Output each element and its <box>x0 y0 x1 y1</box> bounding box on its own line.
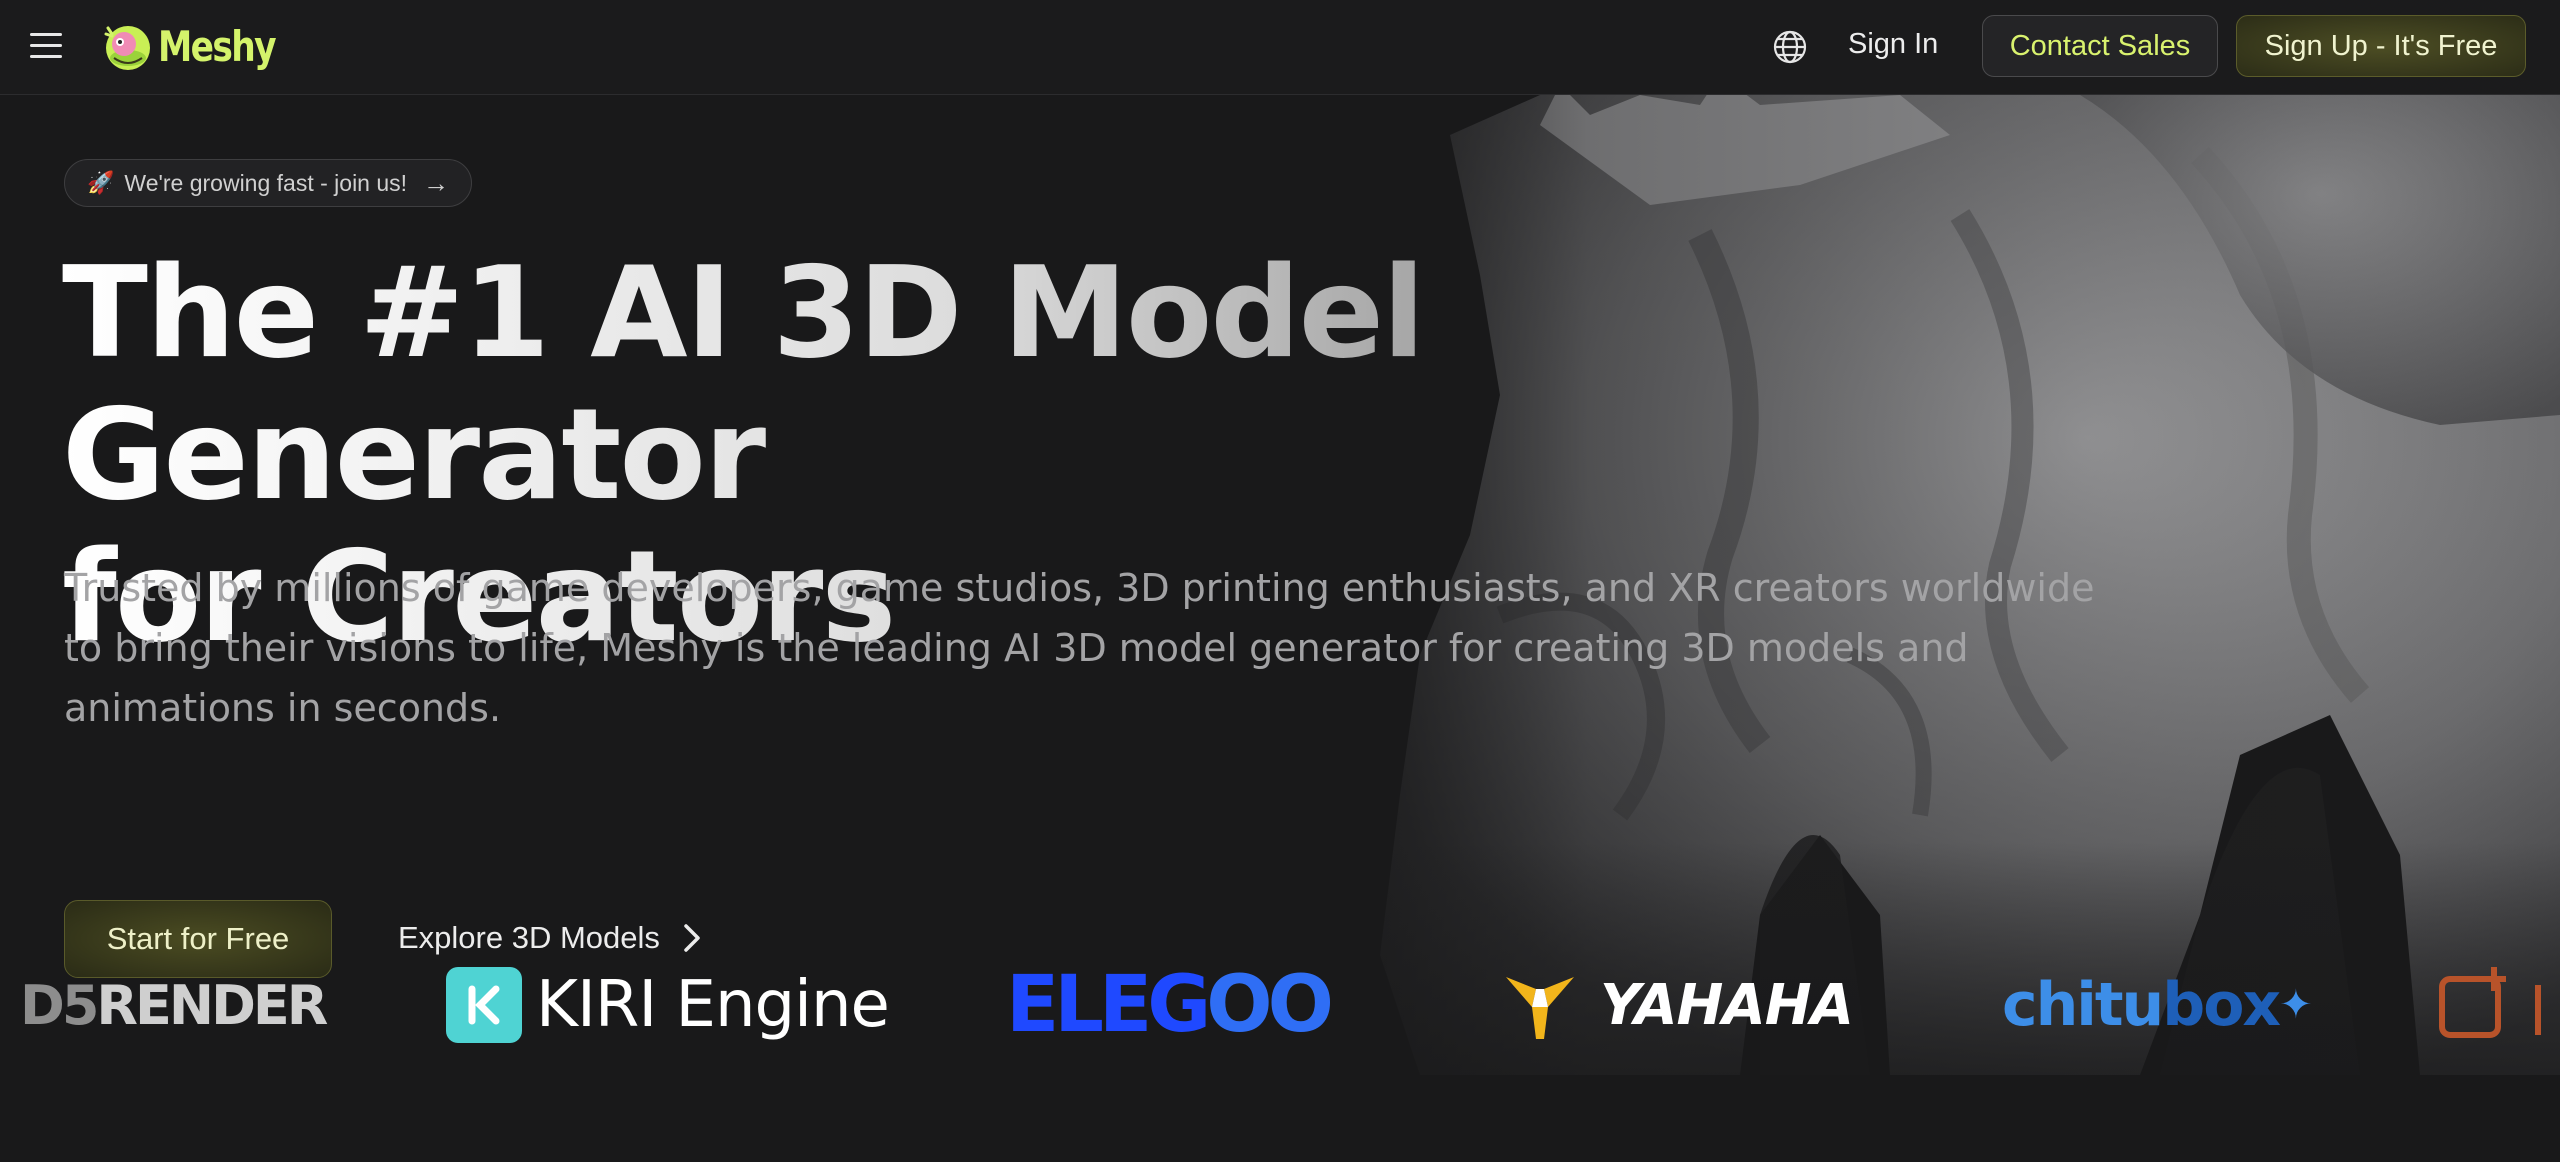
yahaha-icon <box>1506 977 1574 1039</box>
brand-logo[interactable]: Meshy <box>100 18 301 74</box>
yahaha-logo: YAHAHA <box>1502 955 1854 1055</box>
explore-label: Explore 3D Models <box>398 920 660 955</box>
headline-line-1: The #1 AI 3D Model Generator <box>62 239 1424 528</box>
orange-square-plus-icon <box>2439 967 2541 1038</box>
badge-text: We're growing fast - join us! <box>124 169 408 196</box>
kiri-engine-wordmark: KIRI Engine <box>536 968 890 1042</box>
top-navigation-bar: Meshy Sign In Contact Sales Sign Up - It… <box>0 0 2560 95</box>
d5-render-logo: D5 RENDER <box>20 955 328 1055</box>
hiring-announcement-badge[interactable]: 🚀 We're growing fast - join us! → <box>64 159 473 207</box>
partner-logo-strip: D5 RENDER KIRI Engine ELEG OO YAHAHA chit… <box>0 955 2560 1055</box>
d5-render-logo-suffix: RENDER <box>96 973 328 1037</box>
rocket-icon: 🚀 <box>87 170 115 195</box>
sign-in-link[interactable]: Sign In <box>1848 28 1938 61</box>
sign-up-button[interactable]: Sign Up - It's Free <box>2236 15 2526 77</box>
chitubox-logo: chitu box ✦ <box>2002 955 2313 1055</box>
yahaha-wordmark: YAHAHA <box>1600 972 1854 1038</box>
elegoo-logo: ELEG OO <box>1006 955 1334 1055</box>
explore-3d-models-link[interactable]: Explore 3D Models <box>398 920 702 956</box>
elegoo-logo-main: ELEG <box>1006 960 1211 1050</box>
globe-icon[interactable] <box>1772 29 1808 65</box>
kiri-engine-icon <box>446 967 522 1043</box>
brand-name: Meshy <box>158 21 277 71</box>
menu-icon[interactable] <box>30 33 62 61</box>
chitubox-logo-a: chitu <box>2002 970 2164 1040</box>
partial-orange-partner-logo <box>2438 955 2560 1055</box>
chitubox-logo-b: box <box>2162 970 2281 1040</box>
contact-sales-button[interactable]: Contact Sales <box>1982 15 2218 77</box>
hero-subtitle: Trusted by millions of game developers, … <box>64 566 2095 730</box>
elegoo-logo-oo: OO <box>1206 960 1334 1050</box>
meshy-mascot-icon <box>104 26 150 70</box>
d5-render-logo-prefix: D5 <box>20 973 99 1037</box>
chevron-right-icon <box>684 924 700 952</box>
arrow-right-icon: → <box>423 167 450 198</box>
kiri-engine-logo: KIRI Engine <box>446 955 890 1055</box>
sparkle-icon: ✦ <box>2279 982 2312 1028</box>
